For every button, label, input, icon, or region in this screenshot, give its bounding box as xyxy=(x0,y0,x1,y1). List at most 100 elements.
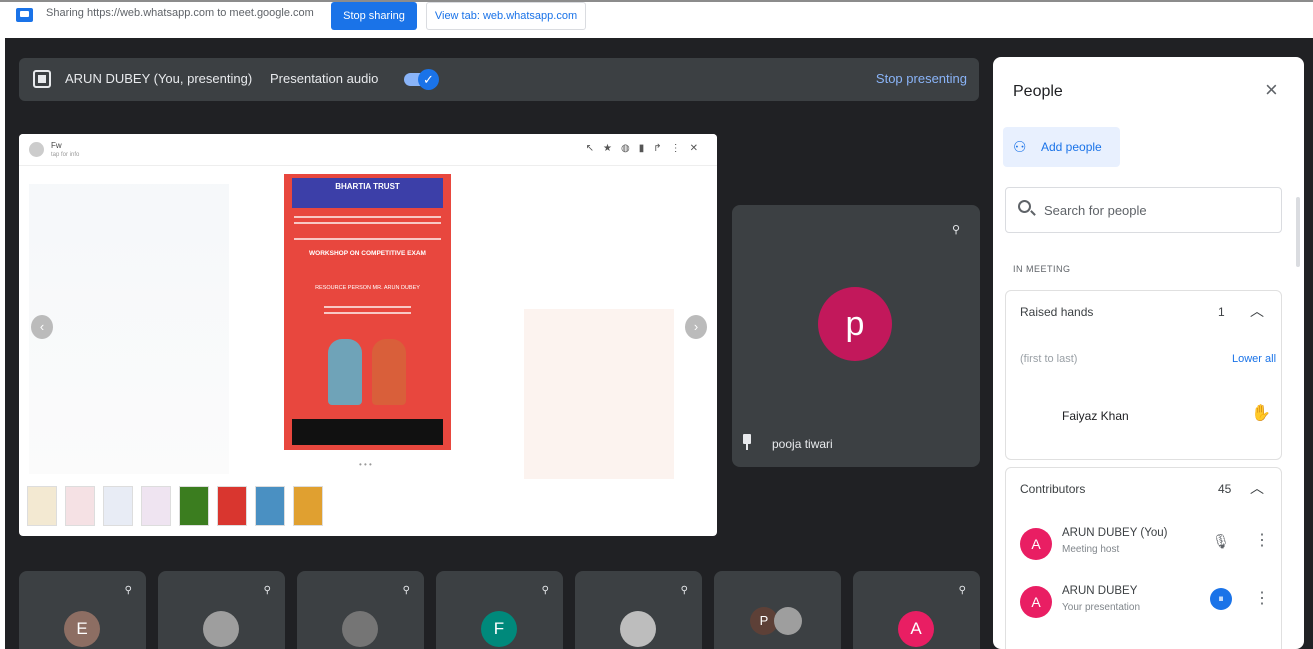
participant-tile[interactable]: ⚲ xyxy=(158,571,285,649)
contributors-label: Contributors xyxy=(1020,482,1086,496)
contributors-group: Contributors 45 ︿ A ARUN DUBEY (You) Mee… xyxy=(1005,467,1282,649)
contributors-count: 45 xyxy=(1218,482,1232,496)
prev-arrow-icon[interactable]: ‹ xyxy=(31,315,53,339)
thumbnail[interactable] xyxy=(65,486,95,526)
chevron-up-icon[interactable]: ︿ xyxy=(1250,478,1264,498)
shared-chat-header: Fw tap for info ↖★◍▮↱⋮✕ xyxy=(19,134,717,166)
poster-text-line xyxy=(294,238,441,240)
section-heading: IN MEETING xyxy=(1013,264,1071,274)
poster-speaker: RESOURCE PERSON MR. ARUN DUBEY xyxy=(315,285,420,291)
raised-hands-count: 1 xyxy=(1218,305,1225,319)
presenter-name: ARUN DUBEY (You, presenting) xyxy=(65,71,253,86)
stop-sharing-button[interactable]: Stop sharing xyxy=(331,2,417,30)
participant-role: Meeting host xyxy=(1062,544,1120,555)
add-people-button[interactable]: ⚇ Add people xyxy=(1003,127,1120,167)
participant-name: ARUN DUBEY xyxy=(1062,585,1138,597)
participant-photo xyxy=(342,611,378,647)
participant-avatar: A xyxy=(1020,528,1052,560)
participant-name: ARUN DUBEY (You) xyxy=(1062,527,1168,539)
participant-avatar: A xyxy=(1020,586,1052,618)
chevron-up-icon[interactable]: ︿ xyxy=(1250,301,1264,321)
poster-figure-student xyxy=(328,339,362,405)
participant-row[interactable]: A ARUN DUBEY Your presentation ⏸ ⋮ xyxy=(1006,578,1281,630)
participant-tile[interactable]: ⚲ F xyxy=(436,571,563,649)
screen-share-icon xyxy=(16,8,33,22)
sharing-bar: Sharing https://web.whatsapp.com to meet… xyxy=(0,0,1313,36)
pin-icon[interactable]: ⚲ xyxy=(264,585,271,596)
pin-icon[interactable]: ⚲ xyxy=(952,223,960,236)
poster-footer xyxy=(292,419,443,445)
presentation-bar: ARUN DUBEY (You, presenting) Presentatio… xyxy=(19,58,979,101)
screen-root: Sharing https://web.whatsapp.com to meet… xyxy=(0,0,1313,649)
participant-avatar: F xyxy=(481,611,517,647)
participant-photo xyxy=(620,611,656,647)
close-icon[interactable]: × xyxy=(1265,77,1278,103)
participant-avatar: A xyxy=(898,611,934,647)
add-person-icon: ⚇ xyxy=(1013,139,1027,156)
panel-title: People xyxy=(1013,83,1063,100)
participant-tile[interactable]: ⚲ xyxy=(575,571,702,649)
thumbnail[interactable] xyxy=(27,486,57,526)
chat-background xyxy=(29,184,229,474)
search-box[interactable] xyxy=(1005,187,1282,233)
poster-text-line xyxy=(294,222,441,224)
pin-icon[interactable]: ⚲ xyxy=(542,585,549,596)
pin-icon[interactable]: ⚲ xyxy=(959,585,966,596)
check-icon: ✓ xyxy=(418,69,439,90)
participant-avatar: p xyxy=(818,287,892,361)
audio-level-icon[interactable]: ⏸ xyxy=(1210,588,1232,610)
lower-all-button[interactable]: Lower all xyxy=(1232,353,1276,365)
raised-hand-icon[interactable]: ✋ xyxy=(1251,403,1271,423)
chat-subtitle: tap for info xyxy=(51,152,80,158)
participant-tile[interactable]: ⚲ E xyxy=(19,571,146,649)
participant-role: Your presentation xyxy=(1062,602,1141,613)
present-screen-icon xyxy=(33,70,51,88)
presentation-audio-toggle[interactable]: ✓ xyxy=(404,69,439,90)
meet-stage: ARUN DUBEY (You, presenting) Presentatio… xyxy=(5,38,1313,649)
thumbnail[interactable] xyxy=(217,486,247,526)
poster-header: BHARTIA TRUST xyxy=(292,178,443,208)
shared-screen: Fw tap for info ↖★◍▮↱⋮✕ ‹ › BHARTIA TRUS… xyxy=(19,134,717,536)
chat-name: Fw xyxy=(51,141,62,150)
participant-row[interactable]: A ARUN DUBEY (You) Meeting host 🎙 ⋮ xyxy=(1006,520,1281,572)
next-arrow-icon[interactable]: › xyxy=(685,315,707,339)
presentation-audio-label: Presentation audio xyxy=(270,71,379,86)
view-tab-button[interactable]: View tab: web.whatsapp.com xyxy=(426,2,586,30)
pin-icon[interactable]: ⚲ xyxy=(403,585,410,596)
poster-figure-student xyxy=(372,339,406,405)
thumbnail[interactable] xyxy=(255,486,285,526)
more-options-icon[interactable]: ⋮ xyxy=(1254,588,1270,608)
workshop-poster: BHARTIA TRUST WORKSHOP ON COMPETITIVE EX… xyxy=(284,174,451,450)
thumbnail[interactable] xyxy=(293,486,323,526)
media-toolbar-icons: ↖★◍▮↱⋮✕ xyxy=(585,143,707,154)
raised-hands-label: Raised hands xyxy=(1020,305,1094,319)
pin-icon[interactable]: ⚲ xyxy=(125,585,132,596)
thumbnail[interactable] xyxy=(179,486,209,526)
participant-tile[interactable]: ⚲ A xyxy=(853,571,980,649)
chat-avatar xyxy=(29,142,44,157)
contributors-header[interactable]: Contributors 45 ︿ xyxy=(1006,468,1281,512)
more-options-icon[interactable]: ⋮ xyxy=(1254,530,1270,550)
search-input[interactable] xyxy=(1044,200,1264,220)
poster-text-line xyxy=(324,312,411,314)
panel-scrollbar[interactable] xyxy=(1296,197,1300,267)
participant-photo xyxy=(774,607,802,635)
raised-hand-person: Faiyaz Khan xyxy=(1062,409,1129,423)
stop-presenting-button[interactable]: Stop presenting xyxy=(876,71,967,86)
participant-name: pooja tiwari xyxy=(772,437,833,451)
thumbnail[interactable] xyxy=(141,486,171,526)
poster-text-line xyxy=(294,216,441,218)
search-icon xyxy=(1018,200,1031,213)
featured-participant-tile[interactable]: ⚲ p pooja tiwari xyxy=(732,205,980,467)
participant-avatar: E xyxy=(64,611,100,647)
participant-photo xyxy=(203,611,239,647)
raised-hands-header[interactable]: Raised hands 1 ︿ xyxy=(1006,291,1281,335)
pin-icon[interactable]: ⚲ xyxy=(681,585,688,596)
participant-tile[interactable]: P xyxy=(714,571,841,649)
thumbnail[interactable] xyxy=(103,486,133,526)
mic-off-icon[interactable]: 🎙 xyxy=(1210,530,1232,552)
sharing-status-text: Sharing https://web.whatsapp.com to meet… xyxy=(46,7,314,19)
poster-text-line xyxy=(324,306,411,308)
participant-tile[interactable]: ⚲ xyxy=(297,571,424,649)
order-hint: (first to last) xyxy=(1020,353,1078,365)
